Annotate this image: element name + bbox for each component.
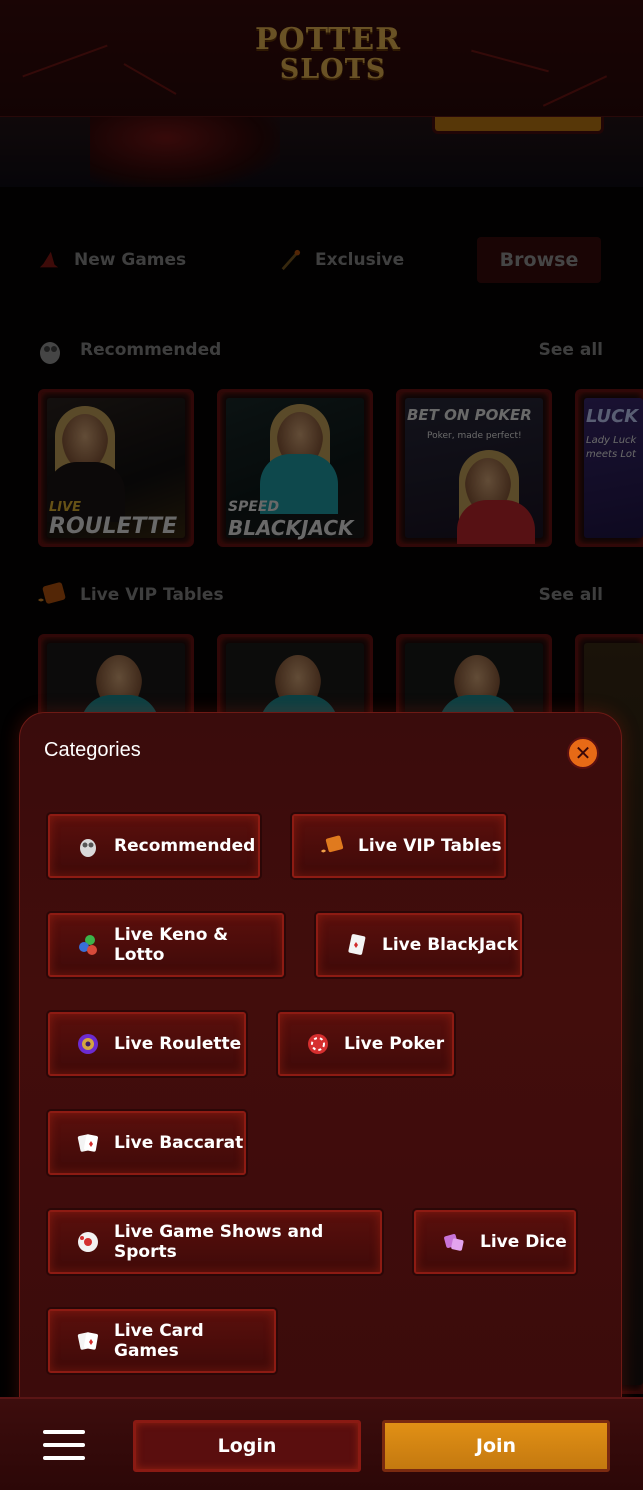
- category-label: Live VIP Tables: [358, 836, 502, 856]
- tile-label: LUCK: [586, 406, 639, 427]
- top-header: POTTER SLOTS: [0, 0, 643, 118]
- promo-banner[interactable]: [0, 117, 643, 187]
- wand-icon: [281, 249, 301, 271]
- nav-new-games[interactable]: New Games: [38, 237, 186, 283]
- cards-icon: [77, 1134, 98, 1152]
- banner-wizard-image: [90, 117, 280, 187]
- close-button[interactable]: ✕: [567, 737, 599, 769]
- balls-icon: [79, 935, 97, 955]
- vip-see-all-link[interactable]: See all: [539, 578, 603, 612]
- join-button[interactable]: Join: [382, 1420, 610, 1472]
- category-label: Live Dice: [480, 1232, 567, 1252]
- category-label: Recommended: [114, 836, 256, 856]
- game-tile-lucky[interactable]: LUCK Lady Luck meets Lot: [575, 389, 643, 547]
- nav-exclusive[interactable]: Exclusive: [279, 237, 404, 283]
- section-vip-title: Live VIP Tables: [36, 578, 224, 612]
- menu-line: [43, 1430, 85, 1434]
- ticket-icon: [321, 835, 344, 853]
- crack-decoration: [542, 75, 608, 107]
- game-tile-blackjack[interactable]: SPEED BLACKJACK: [217, 389, 373, 547]
- category-label: Live Poker: [344, 1034, 445, 1054]
- vip-tile-1[interactable]: [38, 634, 194, 724]
- browse-button[interactable]: Browse: [477, 237, 601, 283]
- categories-title: Categories: [44, 739, 141, 761]
- tile-small-label: SPEED: [228, 499, 280, 515]
- wizard-hat-icon: [39, 251, 59, 268]
- dice-icon: [444, 1234, 464, 1251]
- hamburger-menu-icon[interactable]: [43, 1430, 85, 1460]
- crack-decoration: [22, 44, 108, 78]
- menu-line: [43, 1456, 85, 1460]
- tile-label: BLACKJACK: [228, 516, 354, 540]
- section-recommended-label: Recommended: [80, 340, 222, 360]
- crack-decoration: [471, 49, 549, 73]
- tile-sub-label: Poker, made perfect!: [427, 431, 522, 441]
- category-live-keno-lotto[interactable]: Live Keno & Lotto: [48, 913, 284, 977]
- games-nav: New Games Exclusive Browse: [0, 237, 643, 283]
- owl-icon: [80, 839, 96, 857]
- logo-line-2: SLOTS: [279, 54, 387, 85]
- category-label: Live Game Shows and Sports: [114, 1222, 324, 1262]
- tile-label: BET ON POKER: [407, 406, 532, 424]
- playing-cards-icon: [77, 1332, 98, 1350]
- ticket-icon: [38, 582, 66, 604]
- recommended-see-all-link[interactable]: See all: [539, 333, 603, 367]
- game-tile-roulette[interactable]: LIVE ROULETTE: [38, 389, 194, 547]
- category-recommended[interactable]: Recommended: [48, 814, 260, 878]
- roulette-icon: [78, 1034, 98, 1054]
- bottom-bar: Login Join: [0, 1397, 643, 1490]
- dealer-body: [457, 500, 535, 544]
- category-live-roulette[interactable]: Live Roulette: [48, 1012, 246, 1076]
- category-label: Live Keno & Lotto: [114, 925, 229, 965]
- close-icon: ✕: [574, 741, 592, 765]
- card-icon: [348, 934, 366, 955]
- login-button[interactable]: Login: [133, 1420, 361, 1472]
- category-live-blackjack[interactable]: Live BlackJack: [316, 913, 522, 977]
- tile-sub-label: Lady Luck meets Lot: [586, 435, 637, 460]
- chip-icon: [308, 1034, 328, 1054]
- menu-line: [43, 1443, 85, 1447]
- tile-small-label: LIVE: [49, 500, 82, 515]
- nav-new-games-label: New Games: [74, 250, 187, 270]
- tile-label: ROULETTE: [49, 514, 178, 539]
- category-live-card-games[interactable]: Live Card Games: [48, 1309, 276, 1373]
- crack-decoration: [123, 63, 177, 95]
- category-label: Live Roulette: [114, 1034, 242, 1054]
- category-label: Live BlackJack: [382, 935, 519, 955]
- section-recommended-title: Recommended: [36, 333, 221, 367]
- section-vip-label: Live VIP Tables: [80, 585, 224, 605]
- categories-sheet: Categories ✕ Recommended Live VIP Tables…: [19, 712, 622, 1434]
- category-live-vip-tables[interactable]: Live VIP Tables: [292, 814, 506, 878]
- vip-tile-2[interactable]: [217, 634, 373, 724]
- ball-icon: [78, 1232, 98, 1252]
- banner-cta-button[interactable]: [432, 117, 604, 134]
- category-live-baccarat[interactable]: Live Baccarat: [48, 1111, 246, 1175]
- category-live-game-shows-sports[interactable]: Live Game Shows and Sports: [48, 1210, 382, 1274]
- vip-tile-3[interactable]: [396, 634, 552, 724]
- nav-exclusive-label: Exclusive: [315, 250, 405, 270]
- category-label: Live Card Games: [114, 1321, 204, 1361]
- logo-line-1: POTTER: [255, 22, 402, 57]
- category-live-dice[interactable]: Live Dice: [414, 1210, 576, 1274]
- owl-icon: [40, 342, 60, 364]
- category-live-poker[interactable]: Live Poker: [278, 1012, 454, 1076]
- game-tile-bet-on-poker[interactable]: BET ON POKER Poker, made perfect!: [396, 389, 552, 547]
- site-logo[interactable]: POTTER SLOTS: [255, 22, 402, 88]
- category-label: Live Baccarat: [114, 1133, 244, 1153]
